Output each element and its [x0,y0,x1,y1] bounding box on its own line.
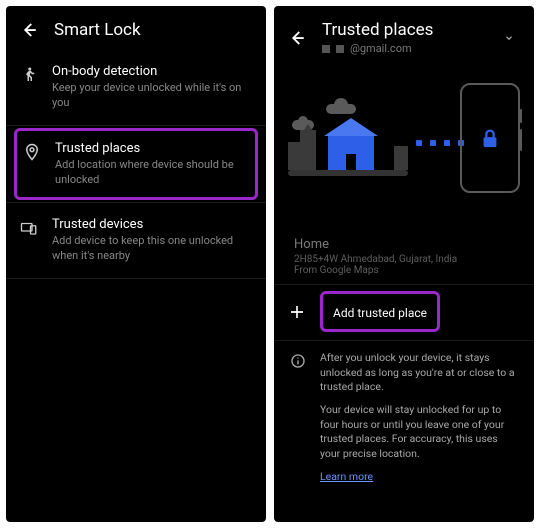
page-title: Trusted places [322,20,488,40]
redacted-block [322,45,330,53]
info-paragraph-2: Your device will stay unlocked for up to… [320,403,518,462]
connection-dots [416,140,464,146]
info-icon [290,353,306,369]
walk-icon [20,66,38,84]
add-trusted-place-row[interactable]: Add trusted place [274,289,534,334]
option-desc: Add device to keep this one unlocked whe… [52,234,252,264]
location-pin-icon [23,143,41,161]
info-section: After you unlock your device, it stays u… [274,341,534,495]
header: Trusted places @gmail.com [274,6,534,65]
option-title: Trusted devices [52,217,252,232]
back-icon[interactable] [288,29,306,47]
option-desc: Keep your device unlocked while it's on … [52,81,252,111]
city-illustration [288,98,408,188]
header: Smart Lock [6,6,266,50]
lock-icon [479,125,501,151]
location-name: Home [294,237,514,252]
add-trusted-place-button[interactable]: Add trusted place [320,291,440,332]
divider [6,278,266,279]
option-trusted-devices[interactable]: Trusted devices Add device to keep this … [6,203,266,278]
smart-lock-screen: Smart Lock On-body detection Keep your d… [6,6,266,522]
info-paragraph-1: After you unlock your device, it stays u… [320,351,518,395]
chevron-down-icon[interactable] [504,33,514,43]
saved-location-home[interactable]: Home 2H85+4W Ahmedabad, Gujarat, India F… [274,237,534,284]
location-source: From Google Maps [294,265,514,276]
house-icon [328,136,374,170]
location-address: 2H85+4W Ahmedabad, Gujarat, India [294,254,514,265]
learn-more-link[interactable]: Learn more [320,470,373,483]
trusted-places-screen: Trusted places @gmail.com Home [274,6,534,522]
page-title: Smart Lock [54,20,141,40]
add-button-label: Add trusted place [333,306,427,320]
back-icon[interactable] [20,21,38,39]
option-title: Trusted places [55,141,249,156]
plus-icon [288,303,306,321]
redacted-block [336,45,344,53]
devices-icon [20,219,38,237]
phone-icon [460,83,520,193]
option-desc: Add location where device should be unlo… [55,158,249,188]
account-label: @gmail.com [322,42,488,55]
account-email: @gmail.com [350,42,412,55]
divider [6,125,266,126]
illustration [288,73,520,213]
option-trusted-places[interactable]: Trusted places Add location where device… [14,128,258,201]
option-on-body-detection[interactable]: On-body detection Keep your device unloc… [6,50,266,125]
divider [274,284,534,285]
option-title: On-body detection [52,64,252,79]
